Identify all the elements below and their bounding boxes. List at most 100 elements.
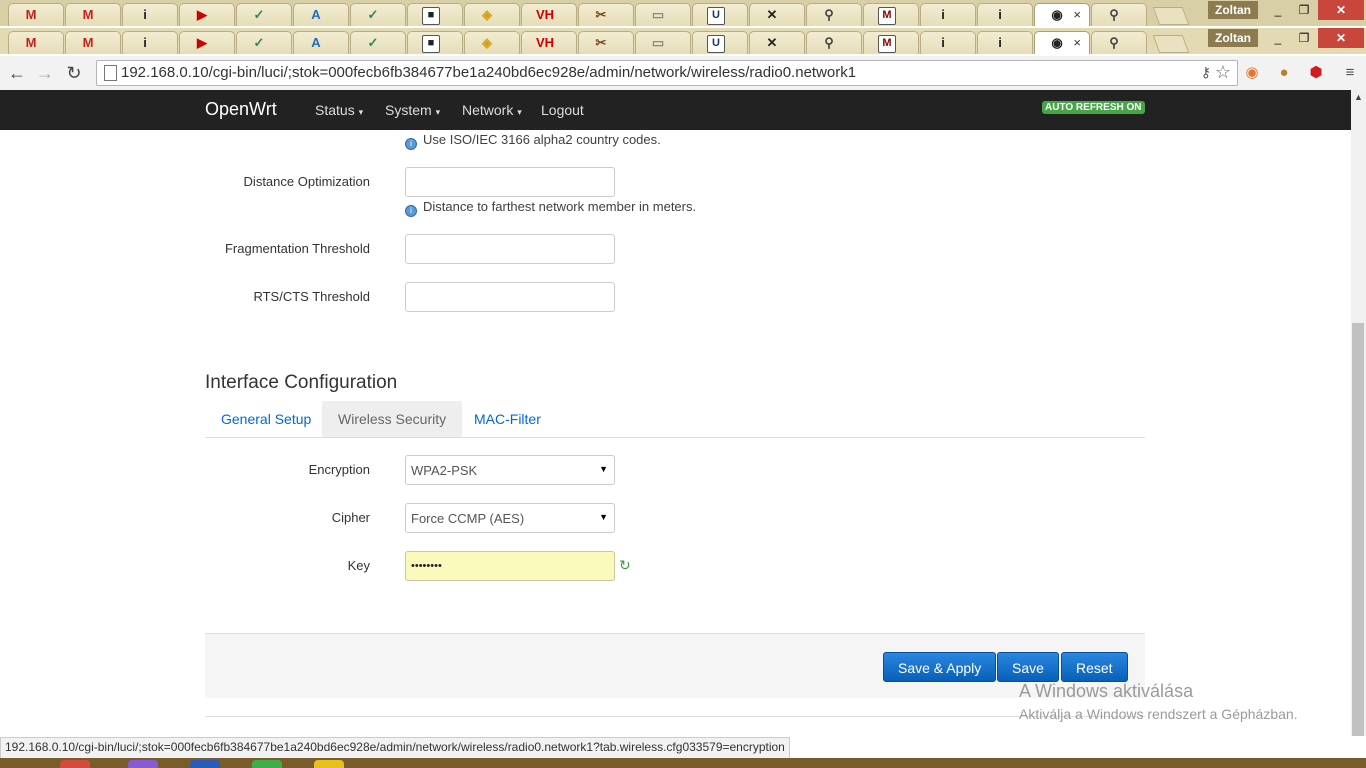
save-apply-button[interactable]: Save & Apply xyxy=(883,652,997,682)
scroll-up-icon[interactable]: ▲ xyxy=(1354,92,1363,102)
info-icon: i xyxy=(941,7,945,22)
browser-tab[interactable]: i xyxy=(920,3,976,26)
chevron-down-icon: ▾ xyxy=(358,107,364,117)
browser-tab[interactable]: ✓ xyxy=(350,31,406,54)
browser-tab[interactable]: ⚲ xyxy=(806,31,862,54)
browser-tab[interactable]: ◈ xyxy=(464,31,520,54)
back-icon[interactable]: ← xyxy=(5,61,29,85)
footer-divider xyxy=(205,716,1145,717)
browser-tab[interactable]: ▶ xyxy=(179,31,235,54)
minimize-icon[interactable]: _ xyxy=(1265,0,1291,20)
vertical-scrollbar[interactable]: ▲ xyxy=(1351,90,1366,736)
search-icon: ⚲ xyxy=(824,35,834,50)
brand-logo[interactable]: OpenWrt xyxy=(205,99,277,120)
browser-tab[interactable]: ✕ xyxy=(749,3,805,26)
section-title: Interface Configuration xyxy=(205,372,398,393)
browser-tab[interactable]: ✕ xyxy=(749,31,805,54)
tab-mac-filter[interactable]: MAC-Filter xyxy=(458,401,557,437)
profile-button[interactable]: Zoltan xyxy=(1208,1,1258,19)
browser-tab[interactable]: ✓ xyxy=(350,3,406,26)
rss-icon[interactable]: ◉ xyxy=(1242,63,1262,83)
browser-tab[interactable]: ◉ × xyxy=(1034,31,1090,54)
restore-icon[interactable]: ❐ xyxy=(1291,28,1317,48)
browser-tab[interactable]: ✂ xyxy=(578,31,634,54)
browser-tab[interactable]: ◈ xyxy=(464,3,520,26)
taskbar-app-icon[interactable] xyxy=(314,760,344,768)
v-icon: ✓ xyxy=(253,35,265,50)
reveal-password-icon[interactable]: ↻ xyxy=(619,557,631,574)
tab-wireless-security[interactable]: Wireless Security xyxy=(322,401,463,437)
new-tab-button[interactable] xyxy=(1152,35,1190,53)
encryption-select[interactable]: WPA2-PSK ▼ xyxy=(405,455,615,485)
browser-tab[interactable]: ⚲ xyxy=(1091,3,1147,26)
menu-icon[interactable]: ≡ xyxy=(1340,63,1360,83)
distance-input[interactable] xyxy=(405,167,615,197)
address-bar[interactable]: 192.168.0.10/cgi-bin/luci/;stok=000fecb6… xyxy=(96,60,1238,86)
browser-tab[interactable]: ✓ xyxy=(236,31,292,54)
taskbar-app-icon[interactable] xyxy=(128,760,158,768)
save-button[interactable]: Save xyxy=(997,652,1059,682)
close-tab-icon[interactable]: × xyxy=(1073,35,1081,50)
browser-tab[interactable]: ◉ × xyxy=(1034,3,1090,26)
adblock-icon[interactable]: ⬢ xyxy=(1306,63,1326,83)
browser-tab[interactable]: ▶ xyxy=(179,3,235,26)
key-icon[interactable]: ⚷ xyxy=(1201,64,1211,81)
browser-tab[interactable]: ■ xyxy=(407,31,463,54)
maps-icon: ◈ xyxy=(482,7,492,22)
forward-icon[interactable]: → xyxy=(33,61,57,85)
restore-icon[interactable]: ❐ xyxy=(1291,0,1317,20)
browser-tab[interactable]: i xyxy=(920,31,976,54)
minimize-icon[interactable]: _ xyxy=(1265,28,1291,48)
browser-tab[interactable]: i xyxy=(977,31,1033,54)
browser-tab[interactable]: VH xyxy=(521,31,577,54)
browser-tab[interactable]: M xyxy=(65,3,121,26)
browser-tab[interactable]: ▭ xyxy=(635,3,691,26)
close-tab-icon[interactable]: × xyxy=(1073,7,1081,22)
info-icon: i xyxy=(941,35,945,50)
browser-tab[interactable]: M xyxy=(65,31,121,54)
taskbar-app-icon[interactable] xyxy=(190,760,220,768)
browser-tab[interactable]: M xyxy=(8,31,64,54)
taskbar-chrome-icon[interactable] xyxy=(60,760,90,768)
reset-button[interactable]: Reset xyxy=(1061,652,1128,682)
browser-tab[interactable]: A xyxy=(293,31,349,54)
browser-tab[interactable]: ⚲ xyxy=(806,3,862,26)
close-window-icon[interactable]: ✕ xyxy=(1318,0,1364,20)
reload-icon[interactable]: ↻ xyxy=(62,61,86,85)
rts-cts-input[interactable] xyxy=(405,282,615,312)
scrollbar-thumb[interactable] xyxy=(1352,323,1364,736)
profile-button[interactable]: Zoltan xyxy=(1208,29,1258,47)
fragmentation-input[interactable] xyxy=(405,234,615,264)
browser-tab[interactable]: U xyxy=(692,31,748,54)
browser-tab[interactable]: ⚲ xyxy=(1091,31,1147,54)
taskbar-app-icon[interactable] xyxy=(252,760,282,768)
menu-system[interactable]: System ▾ xyxy=(385,102,440,118)
close-window-icon[interactable]: ✕ xyxy=(1318,28,1364,48)
auto-refresh-badge[interactable]: AUTO REFRESH ON xyxy=(1042,101,1145,114)
menu-network[interactable]: Network ▾ xyxy=(462,102,522,118)
new-tab-button[interactable] xyxy=(1152,7,1190,25)
browser-tab[interactable]: ■ xyxy=(407,3,463,26)
menu-status[interactable]: Status ▾ xyxy=(315,102,363,118)
browser-tab[interactable]: i xyxy=(977,3,1033,26)
search-icon: ⚲ xyxy=(824,7,834,22)
browser-tab[interactable]: A xyxy=(293,3,349,26)
browser-tab[interactable]: VH xyxy=(521,3,577,26)
tab-general-setup[interactable]: General Setup xyxy=(205,401,327,437)
browser-tab[interactable]: ▭ xyxy=(635,31,691,54)
menu-logout[interactable]: Logout xyxy=(541,102,584,118)
browser-tab[interactable]: ✂ xyxy=(578,3,634,26)
key-input[interactable]: •••••••• xyxy=(405,551,615,581)
bookmark-star-icon[interactable]: ☆ xyxy=(1215,62,1231,83)
browser-tab[interactable]: M xyxy=(863,31,919,54)
browser-tab[interactable]: M xyxy=(863,3,919,26)
browser-tab[interactable]: M xyxy=(8,3,64,26)
tool-icon: ✂ xyxy=(595,7,607,22)
browser-tab[interactable]: ✓ xyxy=(236,3,292,26)
cookie-icon[interactable]: ● xyxy=(1274,63,1294,83)
browser-tab[interactable]: i xyxy=(122,3,178,26)
browser-tab[interactable]: i xyxy=(122,31,178,54)
browser-tab[interactable]: U xyxy=(692,3,748,26)
cipher-select[interactable]: Force CCMP (AES) ▼ xyxy=(405,503,615,533)
browser-toolbar: ← → ↻ 192.168.0.10/cgi-bin/luci/;stok=00… xyxy=(0,56,1366,91)
